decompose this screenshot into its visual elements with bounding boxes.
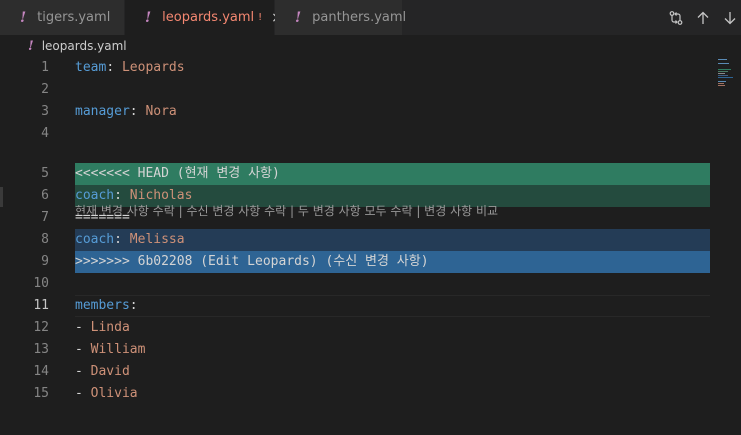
yaml-value: Linda [90,320,130,335]
yaml-separator: : [129,104,146,119]
yaml-separator: : [106,60,122,75]
code-line: 12 - Linda [0,317,710,339]
line-number: 12 [33,320,49,335]
conflict-marker-incoming: 9 >>>>>>> 6b02208 (Edit Leopards) (수신 변경… [0,251,710,273]
compare-changes-icon[interactable] [667,9,685,27]
yaml-exclamation-icon: ! [20,9,27,26]
line-number: 7 [41,210,49,225]
tab-leopards-yaml[interactable]: ! leopards.yaml ! × [125,0,283,35]
yaml-key: manager [75,104,130,119]
code-line-current: 11 members: [0,295,710,317]
yaml-value: Nora [145,104,177,119]
line-number: 15 [33,386,49,401]
yaml-dash: - [75,320,91,335]
conflict-marker-text: >>>>>>> 6b02208 (Edit Leopards) (수신 변경 사… [75,254,429,269]
conflict-divider: 7 ======= [0,207,710,229]
yaml-value: Melissa [129,232,185,247]
line-number: 3 [41,104,49,119]
minimap-line [718,85,725,86]
tab-panthers-yaml[interactable]: ! panthers.yaml [275,0,407,35]
yaml-dash: - [75,386,91,401]
code-editor[interactable]: 현재 변경 사항 수락 | 수신 변경 사항 수락 | 두 변경 사항 모두 수… [0,57,741,435]
minimap-line [718,69,731,70]
yaml-separator: : [129,298,138,313]
yaml-key: team [75,60,107,75]
code-line: 8 coach: Melissa [0,229,710,251]
yaml-dash: - [75,342,91,357]
line-number: 4 [41,126,49,141]
vertical-scrollbar[interactable] [710,57,741,435]
minimap-line [718,73,725,74]
minimap-line [718,63,729,64]
tab-label: tigers.yaml [37,10,111,25]
yaml-value: Nicholas [129,188,193,203]
yaml-value: David [90,364,130,379]
yaml-value: Olivia [90,386,138,401]
yaml-value: Leopards [121,60,185,75]
code-line: 14 - David [0,361,710,383]
code-line: 2 [0,79,710,101]
yaml-key: coach [75,232,115,247]
yaml-exclamation-icon: ! [145,9,152,26]
line-number: 10 [33,276,49,291]
breadcrumb-file[interactable]: leopards.yaml [42,39,127,53]
line-number: 14 [33,364,49,379]
yaml-key: coach [75,188,115,203]
code-line: 13 - William [0,339,710,361]
line-number: 2 [41,82,49,97]
minimap-line [718,83,724,84]
line-number: 1 [41,60,49,75]
editor-actions [667,0,741,35]
arrow-down-icon[interactable] [721,9,739,27]
code-line: 15 - Olivia [0,383,710,405]
yaml-exclamation-icon: ! [295,9,302,26]
code-line: 6 coach: Nicholas [0,185,710,207]
minimap-line [718,59,727,60]
breadcrumb: ! leopards.yaml [0,35,741,57]
line-number: 11 [33,298,49,313]
tab-tigers-yaml[interactable]: ! tigers.yaml [0,0,125,35]
code-line: 3 manager: Nora [0,101,710,123]
code-line: 10 [0,273,710,295]
code-line: 1 team: Leopards [0,57,710,79]
yaml-exclamation-icon: ! [28,38,34,54]
code-line: 4 [0,123,710,145]
conflict-marker-text: <<<<<<< HEAD (현재 변경 사항) [75,166,280,181]
minimap[interactable] [718,57,733,87]
yaml-value: William [90,342,146,357]
tab-error-mark: ! [258,12,263,23]
line-number: 6 [41,188,49,203]
minimap-line [718,75,728,76]
minimap-line [718,77,733,78]
minimap-line [718,81,726,82]
yaml-separator: : [114,188,130,203]
line-number: 8 [41,232,49,247]
yaml-separator: : [114,232,130,247]
conflict-marker-head: 5 <<<<<<< HEAD (현재 변경 사항) [0,163,710,185]
line-number: 9 [41,254,49,269]
tab-label: leopards.yaml [162,10,255,25]
yaml-key: members [75,298,130,313]
tab-label: panthers.yaml [312,10,407,25]
minimap-line [718,71,728,72]
yaml-dash: - [75,364,91,379]
line-number: 5 [41,166,49,181]
arrow-up-icon[interactable] [694,9,712,27]
tab-bar: ! tigers.yaml ! leopards.yaml ! × ! pant… [0,0,741,35]
conflict-divider-text: ======= [75,210,130,225]
line-number: 13 [33,342,49,357]
